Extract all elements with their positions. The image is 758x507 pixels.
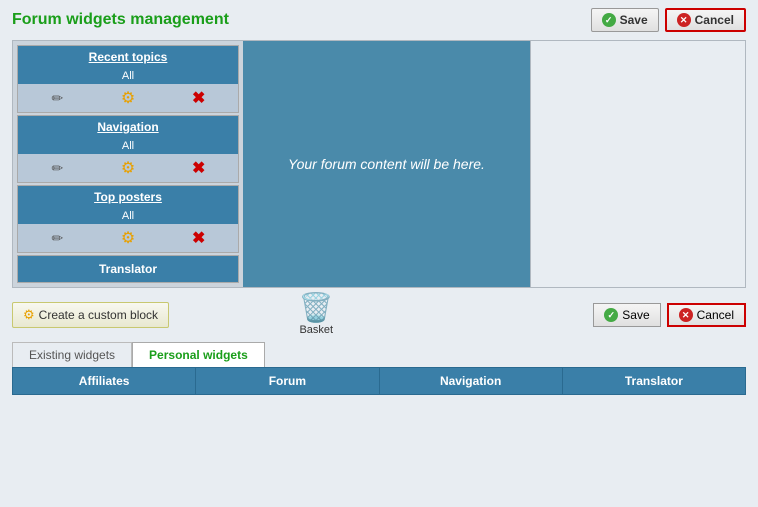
top-posters-delete-icon[interactable]: ✖ xyxy=(189,228,209,248)
top-posters-controls: ✏ ⚙ ✖ xyxy=(18,224,238,252)
cancel-label: Cancel xyxy=(695,13,734,27)
save-check-icon: ✓ xyxy=(602,13,616,27)
category-affiliates[interactable]: Affiliates xyxy=(13,368,196,394)
basket-icon[interactable]: 🗑️ xyxy=(299,294,334,322)
tab-personal-label: Personal widgets xyxy=(149,348,248,362)
navigation-gear-icon[interactable]: ⚙ xyxy=(118,158,138,178)
recent-topics-delete-icon[interactable]: ✖ xyxy=(189,88,209,108)
top-posters-title[interactable]: Top posters xyxy=(18,186,238,208)
save-label: Save xyxy=(620,13,648,27)
create-custom-label: Create a custom block xyxy=(39,308,158,322)
category-row: Affiliates Forum Navigation Translator xyxy=(12,367,746,395)
category-translator[interactable]: Translator xyxy=(563,368,745,394)
recent-topics-sub: All xyxy=(18,68,238,84)
category-navigation[interactable]: Navigation xyxy=(380,368,563,394)
navigation-controls: ✏ ⚙ ✖ xyxy=(18,154,238,182)
widget-recent-topics: Recent topics All ✏ ⚙ ✖ xyxy=(17,45,239,113)
category-forum[interactable]: Forum xyxy=(196,368,379,394)
recent-topics-gear-icon[interactable]: ⚙ xyxy=(118,88,138,108)
widget-navigation: Navigation All ✏ ⚙ ✖ xyxy=(17,115,239,183)
bottom-cancel-label: Cancel xyxy=(697,308,734,322)
widget-translator: Translator xyxy=(17,255,239,283)
navigation-edit-icon[interactable]: ✏ xyxy=(47,158,67,178)
page-title: Forum widgets management xyxy=(12,11,229,29)
bottom-save-icon: ✓ xyxy=(604,308,618,322)
tab-personal-widgets[interactable]: Personal widgets xyxy=(132,342,265,367)
bottom-row: ⚙ Create a custom block 🗑️ Basket ✓ Save… xyxy=(12,294,746,336)
bottom-save-label: Save xyxy=(622,308,649,322)
tab-existing-label: Existing widgets xyxy=(29,348,115,362)
navigation-label: Navigation xyxy=(440,374,501,388)
header-buttons: ✓ Save ✕ Cancel xyxy=(591,8,746,32)
content-placeholder: Your forum content will be here. xyxy=(288,156,485,172)
create-custom-button[interactable]: ⚙ Create a custom block xyxy=(12,302,169,328)
recent-topics-title[interactable]: Recent topics xyxy=(18,46,238,68)
right-column xyxy=(530,41,745,287)
top-posters-edit-icon[interactable]: ✏ xyxy=(47,228,67,248)
bottom-save-button[interactable]: ✓ Save xyxy=(593,303,660,327)
header-save-button[interactable]: ✓ Save xyxy=(591,8,659,32)
affiliates-label: Affiliates xyxy=(79,374,130,388)
create-custom-gear-icon: ⚙ xyxy=(23,307,35,323)
bottom-save-cancel: ✓ Save ✕ Cancel xyxy=(593,303,746,327)
recent-topics-controls: ✏ ⚙ ✖ xyxy=(18,84,238,112)
content-area: Your forum content will be here. xyxy=(243,41,530,287)
cancel-x-icon: ✕ xyxy=(677,13,691,27)
header-cancel-button[interactable]: ✕ Cancel xyxy=(665,8,746,32)
bottom-cancel-icon: ✕ xyxy=(679,308,693,322)
basket-container: 🗑️ Basket xyxy=(299,294,334,336)
translator-title[interactable]: Translator xyxy=(18,256,238,282)
main-area: Recent topics All ✏ ⚙ ✖ Navigation All ✏… xyxy=(12,40,746,288)
navigation-title[interactable]: Navigation xyxy=(18,116,238,138)
navigation-delete-icon[interactable]: ✖ xyxy=(189,158,209,178)
top-posters-gear-icon[interactable]: ⚙ xyxy=(118,228,138,248)
bottom-cancel-button[interactable]: ✕ Cancel xyxy=(667,303,746,327)
top-posters-sub: All xyxy=(18,208,238,224)
page-header: Forum widgets management ✓ Save ✕ Cancel xyxy=(0,0,758,36)
page-wrapper: Forum widgets management ✓ Save ✕ Cancel… xyxy=(0,0,758,507)
widget-column: Recent topics All ✏ ⚙ ✖ Navigation All ✏… xyxy=(13,41,243,287)
basket-label: Basket xyxy=(299,324,333,336)
recent-topics-edit-icon[interactable]: ✏ xyxy=(47,88,67,108)
tabs-row: Existing widgets Personal widgets xyxy=(12,342,746,367)
widget-top-posters: Top posters All ✏ ⚙ ✖ xyxy=(17,185,239,253)
translator-label: Translator xyxy=(625,374,683,388)
forum-label: Forum xyxy=(269,374,306,388)
tab-existing-widgets[interactable]: Existing widgets xyxy=(12,342,132,367)
navigation-sub: All xyxy=(18,138,238,154)
